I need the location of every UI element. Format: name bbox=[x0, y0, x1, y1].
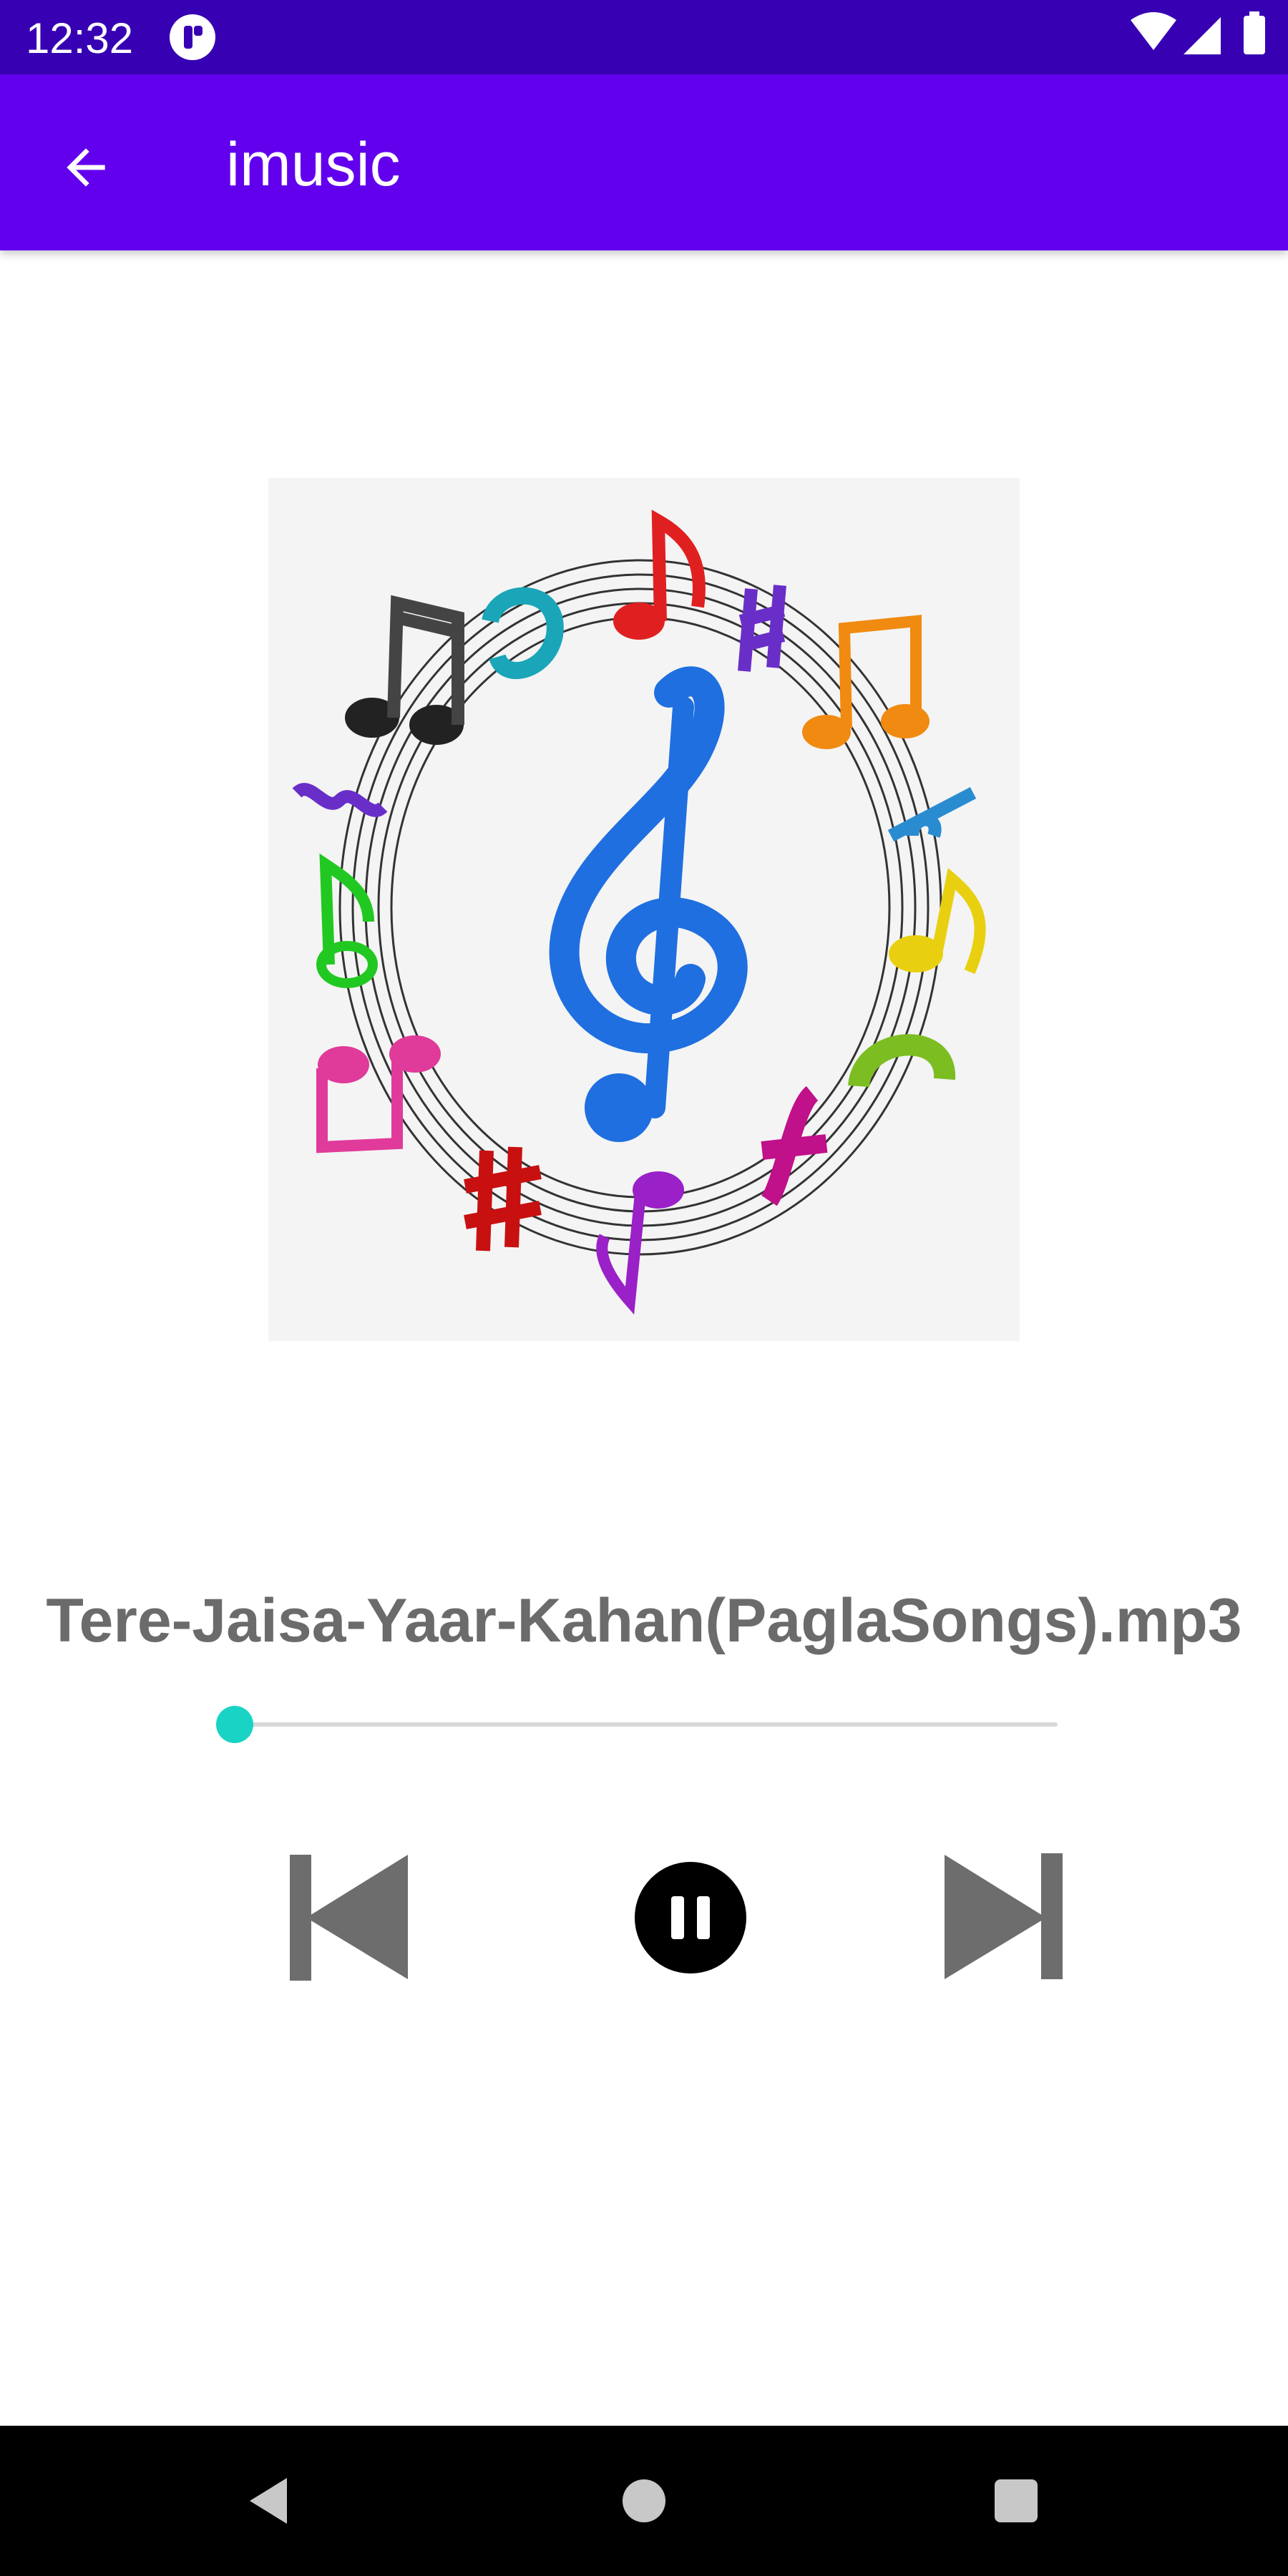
cell-signal-icon bbox=[1184, 17, 1221, 54]
app-bar: imusic bbox=[0, 74, 1288, 250]
music-note-black bbox=[345, 595, 464, 745]
music-note-orange bbox=[802, 615, 930, 749]
status-bar: 12:32 bbox=[0, 0, 1288, 74]
nav-recents-button[interactable] bbox=[980, 2465, 1052, 2537]
back-button[interactable] bbox=[50, 132, 122, 203]
skip-next-icon bbox=[945, 1853, 1063, 1979]
system-nav-bar bbox=[0, 2426, 1288, 2576]
recents-square-icon bbox=[995, 2479, 1038, 2522]
previous-button[interactable] bbox=[272, 1846, 415, 1989]
status-time: 12:32 bbox=[26, 14, 134, 62]
battery-icon bbox=[1244, 11, 1265, 54]
arrow-back-icon bbox=[67, 148, 105, 187]
nav-back-button[interactable] bbox=[233, 2465, 304, 2537]
seek-track bbox=[235, 1722, 1058, 1727]
wifi-icon bbox=[1131, 12, 1176, 50]
next-button[interactable] bbox=[930, 1846, 1073, 1989]
status-icons bbox=[1102, 0, 1288, 74]
song-title: Tere-Jaisa-Yaar-Kahan(PaglaSongs).mp3 bbox=[46, 1586, 1242, 1655]
notification-app-icon bbox=[170, 14, 215, 60]
skip-previous-icon bbox=[290, 1855, 408, 1981]
music-note-violet bbox=[596, 1171, 684, 1315]
app-title: imusic bbox=[226, 130, 401, 199]
home-circle-icon bbox=[623, 2479, 665, 2522]
treble-clef-icon bbox=[549, 666, 748, 1142]
seek-thumb[interactable] bbox=[216, 1706, 253, 1743]
nav-home-button[interactable] bbox=[608, 2465, 680, 2537]
pause-button[interactable] bbox=[619, 1846, 762, 1989]
forte-magenta bbox=[761, 1085, 828, 1206]
natural-sign-purple bbox=[738, 585, 786, 672]
album-art bbox=[268, 478, 1020, 1341]
back-triangle-icon bbox=[250, 2478, 287, 2524]
pause-icon bbox=[635, 1862, 746, 1974]
seekbar[interactable] bbox=[215, 1696, 1073, 1753]
music-note-pink bbox=[316, 1035, 441, 1153]
